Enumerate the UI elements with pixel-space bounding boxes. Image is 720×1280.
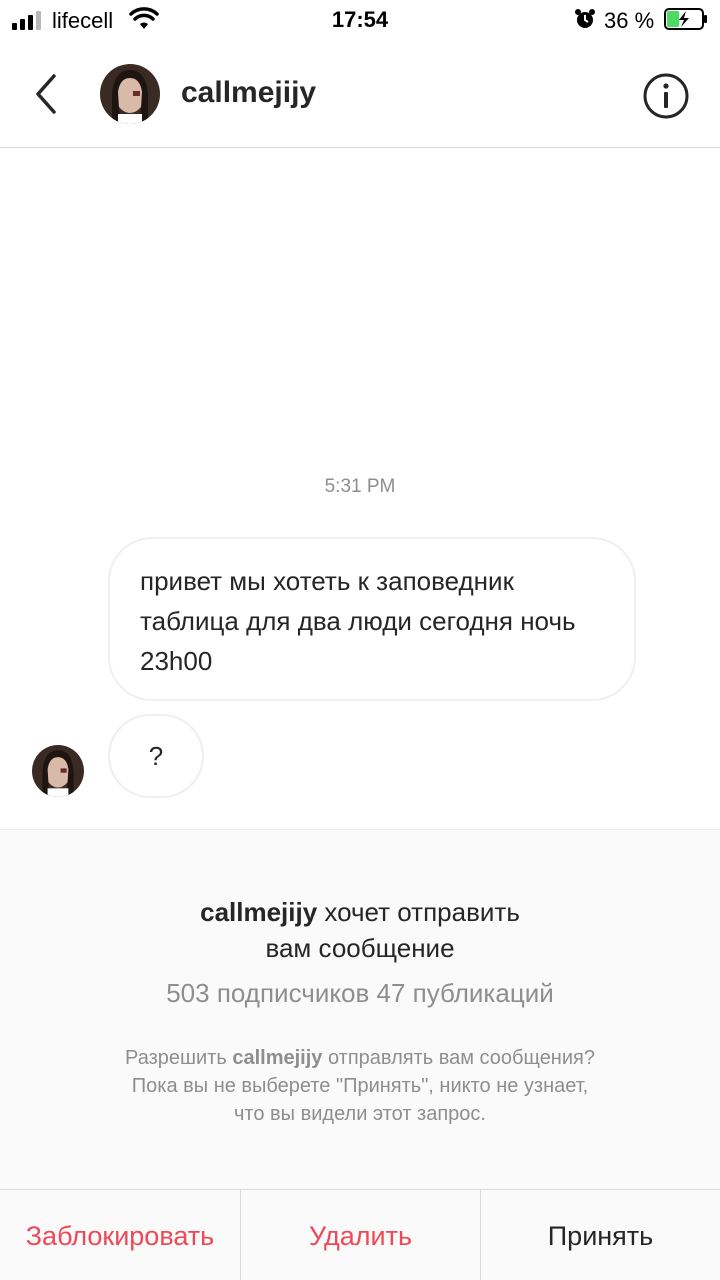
accept-button[interactable]: Принять	[480, 1190, 720, 1280]
message-request-panel: callmejijy хочет отправить вам сообщение…	[0, 829, 720, 1280]
battery-percent: 36 %	[604, 8, 655, 33]
message-text: ?	[148, 741, 164, 771]
message-bubble[interactable]: ?	[108, 714, 204, 798]
status-bar: lifecell 17:54 36 %	[0, 0, 720, 40]
request-info-username: callmejijy	[232, 1047, 323, 1069]
request-title-text: хочет отправить	[317, 897, 520, 927]
alarm-icon	[575, 9, 595, 28]
message-bubble[interactable]: привет мы хотеть к заповедник таблица дл…	[108, 537, 636, 701]
request-info-line2: Пока вы не выберете "Принять", никто не …	[131, 1075, 589, 1097]
request-info: Разрешить callmejijy отправлять вам сооб…	[0, 1044, 720, 1128]
request-info-line3: что вы видели этот запрос.	[234, 1103, 486, 1125]
avatar[interactable]	[100, 64, 160, 124]
battery-charging-icon	[664, 8, 707, 30]
profile-stats: 503 подписчиков 47 публикаций	[166, 978, 554, 1008]
sender-avatar[interactable]	[32, 745, 84, 797]
delete-button[interactable]: Удалить	[240, 1190, 480, 1280]
info-icon[interactable]	[642, 72, 690, 120]
request-info-prefix: Разрешить	[125, 1047, 233, 1069]
message-timestamp: 5:31 PM	[324, 476, 396, 497]
request-actions: Заблокировать Удалить Принять	[0, 1189, 720, 1280]
request-username: callmejijy	[200, 897, 318, 927]
block-button[interactable]: Заблокировать	[0, 1190, 240, 1280]
request-title-line2: вам сообщение	[265, 933, 455, 963]
request-title: callmejijy хочет отправить вам сообщение	[0, 894, 720, 966]
back-chevron-icon[interactable]	[26, 70, 66, 118]
chat-header: callmejijy	[0, 40, 720, 148]
request-info-suffix: отправлять вам сообщения?	[322, 1047, 595, 1069]
chat-username[interactable]: callmejijy	[181, 76, 316, 110]
message-text: привет мы хотеть к заповедник таблица дл…	[140, 566, 576, 676]
